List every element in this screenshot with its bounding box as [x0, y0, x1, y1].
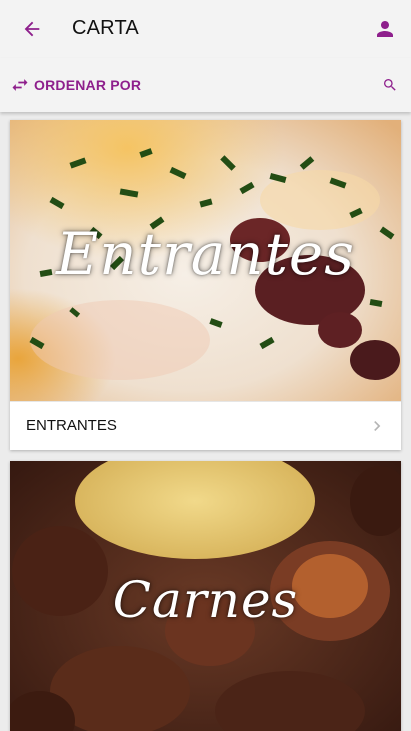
- category-image-carnes: Carnes: [10, 461, 401, 731]
- sort-button[interactable]: ORDENAR POR: [10, 74, 141, 96]
- image-caption-entrantes: Entrantes: [55, 220, 356, 288]
- account-button[interactable]: [371, 15, 399, 43]
- sort-bar: ORDENAR POR: [0, 58, 411, 112]
- category-card-entrantes[interactable]: Entrantes ENTRANTES: [10, 120, 401, 450]
- category-list: Entrantes ENTRANTES Carnes: [0, 112, 411, 731]
- image-caption-carnes: Carnes: [112, 571, 299, 629]
- swap-horizontal-icon: [10, 75, 30, 95]
- chevron-right-icon: [374, 421, 381, 431]
- app-bar: CARTA: [0, 0, 411, 58]
- search-icon: [384, 79, 396, 91]
- category-label: ENTRANTES: [26, 417, 117, 434]
- sort-label: ORDENAR POR: [34, 77, 142, 93]
- page-title: CARTA: [72, 17, 139, 39]
- category-image-entrantes: Entrantes: [10, 120, 401, 401]
- category-footer: ENTRANTES: [10, 401, 401, 450]
- arrow-left-icon: [24, 21, 40, 37]
- search-button[interactable]: [379, 74, 401, 96]
- back-button[interactable]: [18, 15, 46, 43]
- person-icon: [377, 21, 393, 37]
- category-card-carnes[interactable]: Carnes: [10, 461, 401, 731]
